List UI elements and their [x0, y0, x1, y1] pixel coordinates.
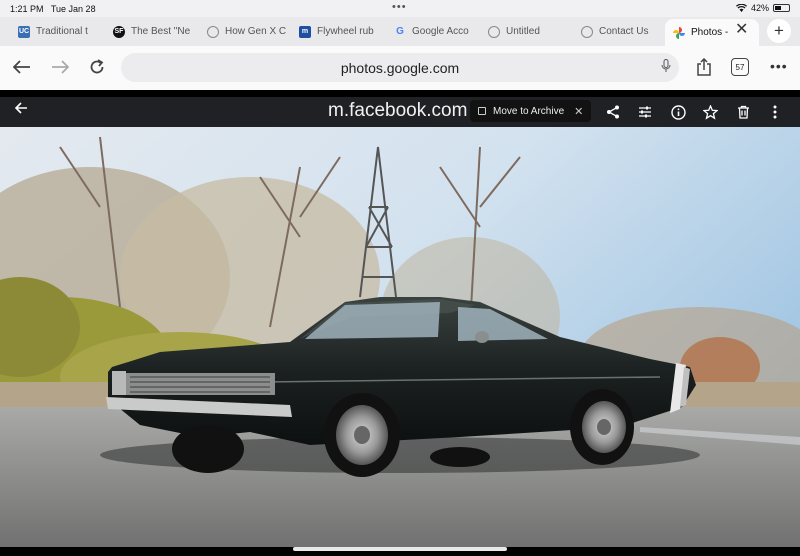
google-icon: G	[396, 26, 404, 37]
google-photos-icon	[673, 26, 685, 39]
delete-trash-icon[interactable]	[733, 102, 753, 122]
tab-favicon-icon	[207, 25, 219, 38]
tab-label: Contact Us	[599, 26, 649, 37]
reload-icon[interactable]	[85, 55, 109, 79]
tab-favicon-icon: UC	[18, 25, 30, 38]
dismiss-chip-icon[interactable]: ✕	[574, 105, 583, 118]
status-bar: 1:21 PM Tue Jan 28 ••• 42%	[0, 0, 800, 17]
tab-switcher-button[interactable]: 57	[731, 58, 749, 76]
address-bar[interactable]: photos.google.com	[121, 53, 679, 82]
tab-favicon-icon: SF	[113, 25, 125, 38]
share-icon[interactable]	[603, 102, 623, 122]
close-tab-icon[interactable]: ✕	[735, 19, 748, 39]
home-indicator[interactable]	[293, 547, 507, 551]
tab-bar: UC Traditional t SF The Best "Ne How Gen…	[0, 17, 800, 46]
favorite-star-icon[interactable]	[700, 102, 720, 122]
tab-label: How Gen X C	[225, 26, 287, 37]
photo-viewer-header: m.facebook.com Move to Archive ✕	[0, 97, 800, 127]
tab-item[interactable]: UC Traditional t	[18, 21, 98, 42]
viewer-back-icon[interactable]	[14, 100, 28, 120]
archive-icon	[478, 107, 486, 115]
move-to-archive-chip[interactable]: Move to Archive ✕	[470, 100, 592, 122]
more-vert-icon[interactable]	[765, 102, 785, 122]
battery-percent: 42%	[750, 3, 769, 13]
back-arrow-icon[interactable]	[10, 55, 34, 79]
tab-label: Flywheel rub	[317, 26, 374, 37]
battery-icon	[773, 4, 790, 12]
new-tab-button[interactable]: +	[767, 19, 791, 43]
tab-label: Photos -	[691, 27, 729, 38]
archive-label: Move to Archive	[493, 105, 565, 117]
tab-item[interactable]: m Flywheel rub	[299, 21, 379, 42]
edit-adjust-icon[interactable]	[635, 102, 655, 122]
photo-source-title: m.facebook.com	[328, 100, 468, 121]
divider	[0, 90, 800, 97]
tab-item[interactable]: SF The Best "Ne	[113, 21, 193, 42]
tab-item[interactable]: How Gen X C	[207, 21, 287, 42]
tab-label: Untitled	[506, 26, 540, 37]
forward-arrow-icon[interactable]	[48, 55, 72, 79]
tab-item[interactable]: Contact Us	[581, 21, 661, 42]
time-text: 1:21 PM	[10, 4, 44, 14]
date-text: Tue Jan 28	[50, 4, 96, 14]
microphone-icon[interactable]	[661, 59, 671, 76]
tab-label: Google Acco	[412, 26, 469, 37]
more-options-icon[interactable]: •••	[770, 58, 788, 74]
status-time: 1:21 PM Tue Jan 28	[10, 4, 96, 14]
wifi-icon	[735, 4, 747, 12]
browser-toolbar: photos.google.com 57 •••	[0, 46, 800, 90]
url-text: photos.google.com	[340, 59, 460, 76]
tab-favicon-icon: m	[299, 25, 311, 38]
photo-image	[0, 127, 800, 547]
info-icon[interactable]	[668, 102, 688, 122]
multitasking-dots-icon[interactable]: •••	[392, 1, 407, 13]
tab-label: The Best "Ne	[131, 26, 191, 37]
tab-item[interactable]: Untitled	[488, 21, 568, 42]
tab-label: Traditional t	[36, 26, 88, 37]
tab-favicon-icon	[488, 25, 500, 38]
tab-favicon-icon	[581, 25, 593, 38]
share-icon[interactable]	[692, 55, 716, 79]
tab-item[interactable]: G Google Acco	[394, 21, 474, 42]
status-right: 42%	[735, 3, 790, 13]
